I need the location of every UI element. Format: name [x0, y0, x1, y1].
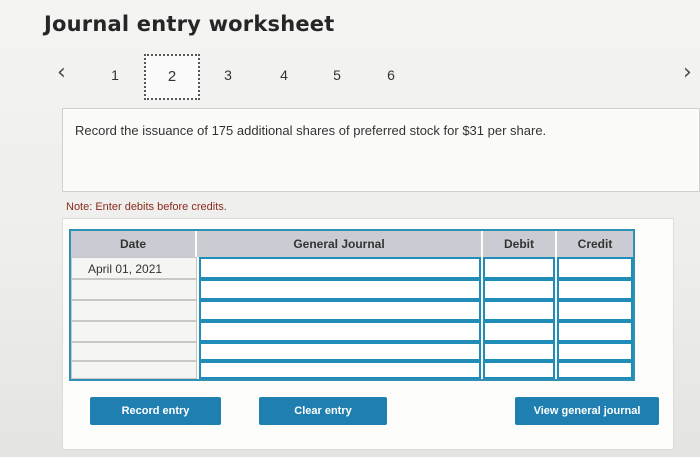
clear-entry-button[interactable]: Clear entry — [259, 397, 387, 425]
note-text: Note: Enter debits before credits. — [66, 201, 227, 213]
date-cell[interactable] — [71, 361, 197, 379]
debit-field[interactable] — [483, 257, 555, 279]
journal-panel: Date General Journal Debit Credit April … — [62, 218, 674, 450]
date-cell[interactable] — [71, 321, 197, 342]
credit-field[interactable] — [557, 361, 633, 379]
header-credit: Credit — [557, 231, 633, 257]
credit-field[interactable] — [557, 300, 633, 321]
account-field[interactable] — [199, 321, 481, 342]
account-field[interactable] — [199, 279, 481, 300]
page-3-link[interactable]: 3 — [218, 67, 238, 83]
page-5-link[interactable]: 5 — [327, 67, 347, 83]
account-field[interactable] — [199, 361, 481, 379]
instruction-box: Record the issuance of 175 additional sh… — [62, 108, 700, 192]
debit-field[interactable] — [483, 342, 555, 361]
date-cell[interactable] — [71, 342, 197, 361]
page-4-link[interactable]: 4 — [274, 67, 294, 83]
credit-field[interactable] — [557, 257, 633, 279]
date-cell[interactable] — [71, 279, 197, 300]
pagination: ‹ 1 2 3 4 5 6 › — [0, 54, 700, 102]
debit-field[interactable] — [483, 300, 555, 321]
journal-table: Date General Journal Debit Credit April … — [69, 229, 635, 381]
account-field[interactable] — [199, 342, 481, 361]
date-value: April 01, 2021 — [88, 262, 163, 276]
page-title: Journal entry worksheet — [44, 12, 335, 36]
credit-field[interactable] — [557, 342, 633, 361]
account-field[interactable] — [199, 257, 481, 279]
header-general-journal: General Journal — [197, 231, 481, 257]
header-date: Date — [71, 231, 195, 257]
page-2-label: 2 — [167, 68, 177, 85]
credit-field[interactable] — [557, 321, 633, 342]
date-cell[interactable]: April 01, 2021 — [71, 257, 197, 279]
page-1-link[interactable]: 1 — [105, 67, 125, 83]
page-2-current[interactable]: 2 — [144, 54, 200, 100]
page-6-link[interactable]: 6 — [381, 67, 401, 83]
header-debit: Debit — [483, 231, 555, 257]
view-general-journal-button[interactable]: View general journal — [515, 397, 659, 425]
debit-field[interactable] — [483, 361, 555, 379]
chevron-right-icon[interactable]: › — [683, 62, 692, 84]
date-cell[interactable] — [71, 300, 197, 321]
credit-field[interactable] — [557, 279, 633, 300]
debit-field[interactable] — [483, 279, 555, 300]
account-field[interactable] — [199, 300, 481, 321]
instruction-text: Record the issuance of 175 additional sh… — [75, 123, 547, 138]
debit-field[interactable] — [483, 321, 555, 342]
record-entry-button[interactable]: Record entry — [90, 397, 221, 425]
chevron-left-icon[interactable]: ‹ — [57, 62, 66, 84]
